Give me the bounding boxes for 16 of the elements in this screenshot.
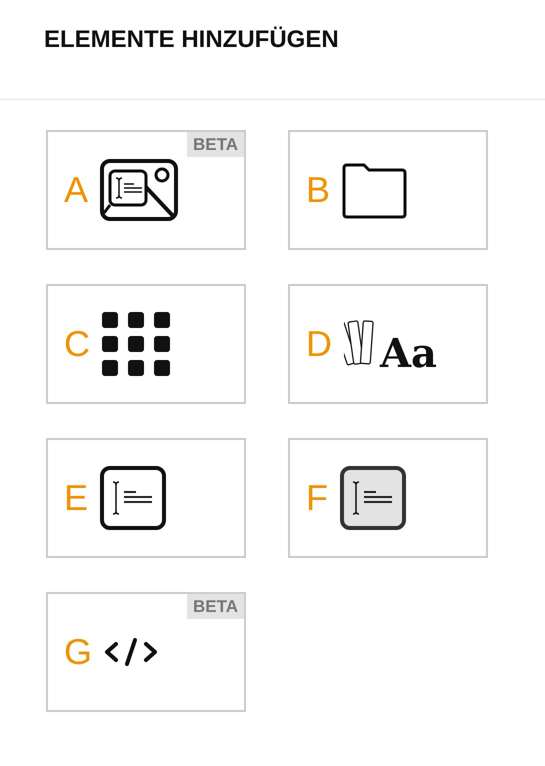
element-tile[interactable]: F <box>288 438 488 558</box>
element-tile[interactable]: G BETA <box>46 592 246 712</box>
element-tile[interactable]: E <box>46 438 246 558</box>
panel-title: ELEMENTE HINZUFÜGEN <box>44 24 339 54</box>
element-tile[interactable]: A BETA <box>46 130 246 250</box>
text-box-icon <box>100 466 166 530</box>
beta-badge: BETA <box>186 594 244 620</box>
element-tile[interactable]: C <box>46 284 246 404</box>
text-box-icon <box>340 466 406 530</box>
element-tile[interactable]: B <box>288 130 488 250</box>
folder-icon <box>342 161 408 219</box>
beta-badge: BETA <box>186 132 244 158</box>
code-icon <box>104 638 158 666</box>
element-tile[interactable]: D Aa <box>288 284 488 404</box>
image-text-icon <box>100 159 178 221</box>
grid-icon <box>102 312 170 376</box>
